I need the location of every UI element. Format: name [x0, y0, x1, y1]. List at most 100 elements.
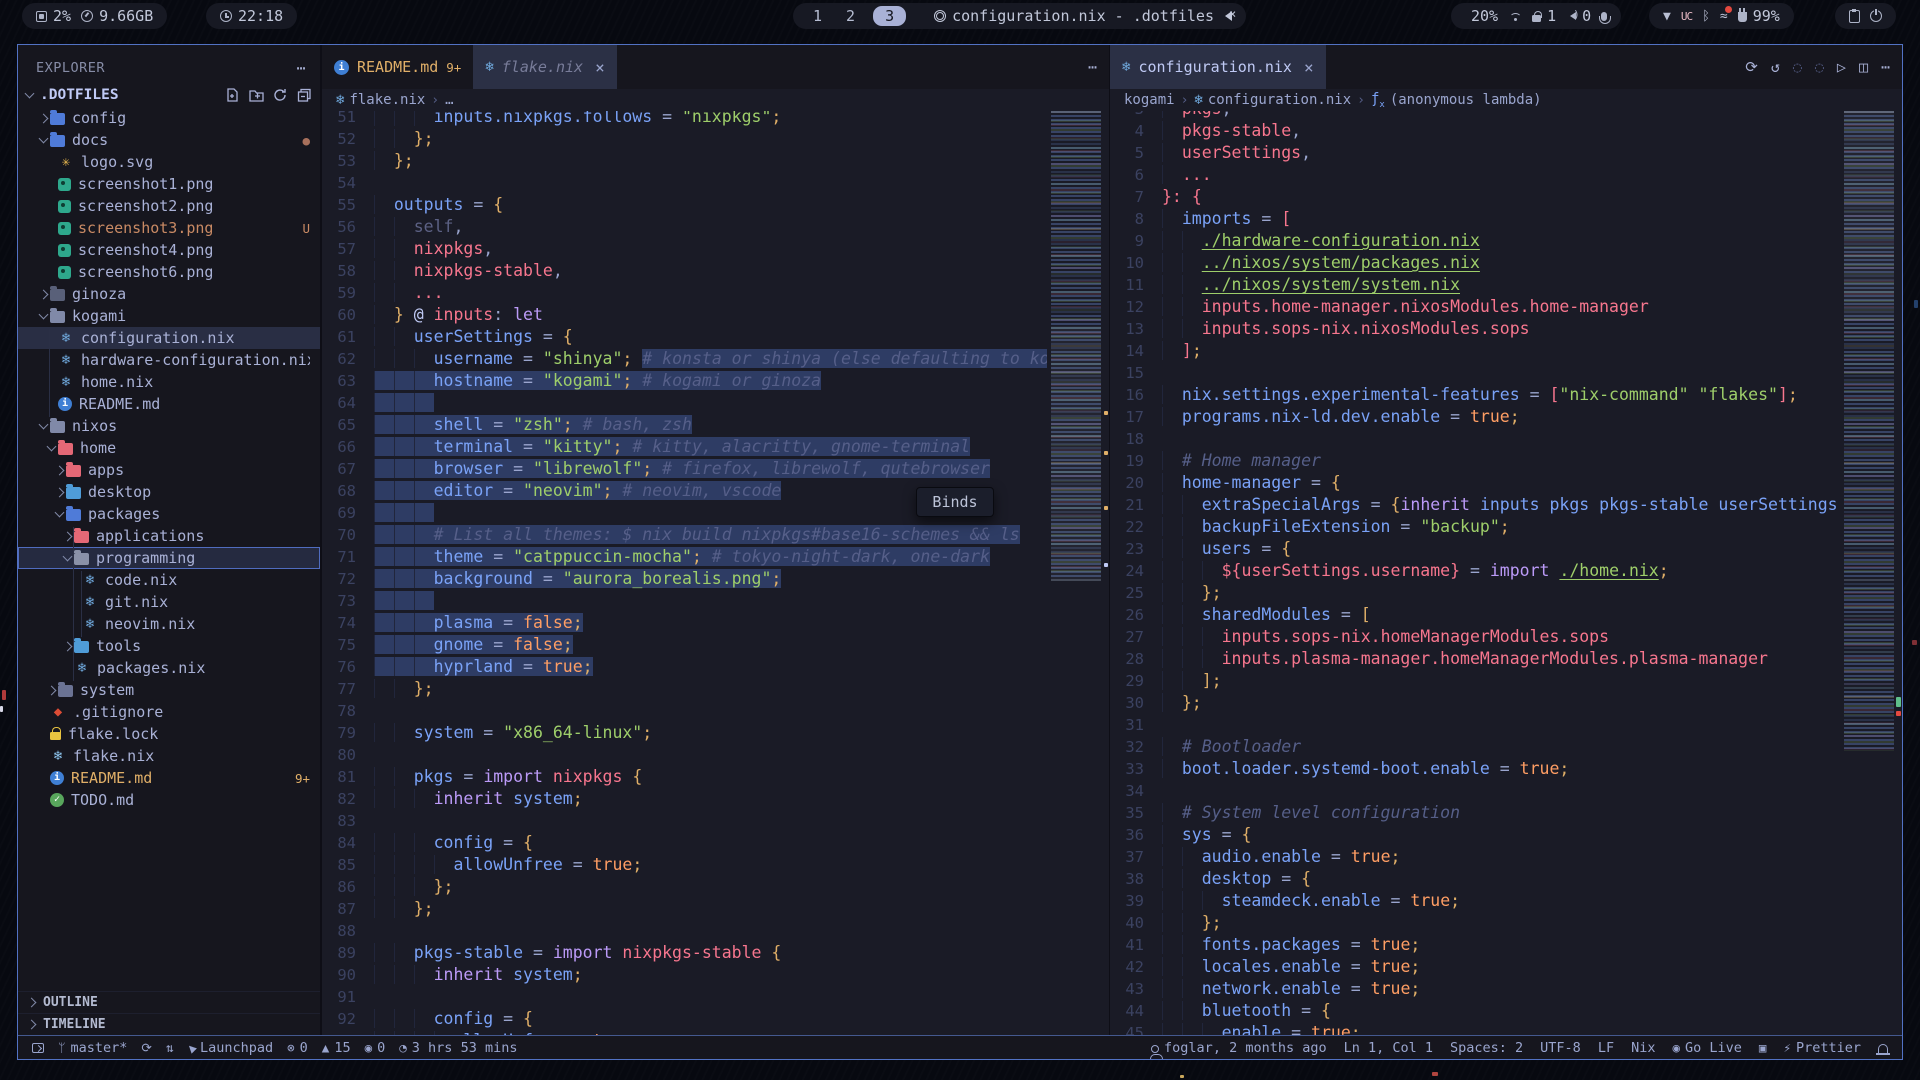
tree-file-todo.md[interactable]: ✓TODO.md: [18, 789, 320, 811]
breadcrumb-item[interactable]: ƒx(anonymous lambda): [1371, 91, 1542, 110]
nix-file-icon: ❄: [82, 594, 98, 610]
breadcrumb-item[interactable]: …: [445, 92, 453, 108]
speaker-mute-icon[interactable]: [1220, 11, 1232, 21]
outline-section[interactable]: OUTLINE: [18, 991, 320, 1013]
tree-file-screenshot4.png[interactable]: screenshot4.png: [18, 239, 320, 261]
status-tower[interactable]: ◉0: [365, 1040, 386, 1056]
chevron-down-icon: [47, 442, 57, 452]
more-actions-icon[interactable]: ⋯: [1088, 58, 1097, 76]
tree-folder-kogami[interactable]: kogami: [18, 305, 320, 327]
code-lines[interactable]: 51 inputs.nixpkgs.follows = "nixpkgs";52…: [322, 111, 1047, 1035]
tree-file-git.nix[interactable]: ❄git.nix: [18, 591, 320, 613]
breadcrumb-item[interactable]: ❄configuration.nix: [1194, 92, 1351, 108]
status-utf-8[interactable]: UTF-8: [1540, 1040, 1581, 1056]
topbar-module-gauge: 9.66GB: [81, 7, 153, 25]
tree-folder-packages[interactable]: packages: [18, 503, 320, 525]
timeline-section[interactable]: TIMELINE: [18, 1013, 320, 1035]
status-rocket[interactable]: ▲Launchpad: [187, 1040, 273, 1056]
tree-folder-applications[interactable]: applications: [18, 525, 320, 547]
tree-folder-system[interactable]: system: [18, 679, 320, 701]
status-warning[interactable]: ▲15: [322, 1040, 351, 1056]
tree-item-label: applications: [96, 527, 204, 545]
minimap[interactable]: [1844, 111, 1894, 751]
timeline-history-icon[interactable]: ⟳: [1745, 58, 1758, 76]
status-remote[interactable]: [32, 1043, 44, 1053]
code-line: 35 # System level configuration: [1110, 802, 1840, 824]
tree-folder-ginoza[interactable]: ginoza: [18, 283, 320, 305]
workspace-3[interactable]: 3: [873, 6, 906, 26]
run-file-icon[interactable]: ▷: [1837, 58, 1846, 76]
status-branch[interactable]: ᛘmaster*: [58, 1040, 127, 1056]
status-lf[interactable]: LF: [1598, 1040, 1614, 1056]
tree-file-flake.lock[interactable]: flake.lock: [18, 723, 320, 745]
status-watch[interactable]: ◔3 hrs 53 mins: [399, 1040, 517, 1056]
workspace-1[interactable]: 1: [807, 7, 828, 25]
tree-folder-tools[interactable]: tools: [18, 635, 320, 657]
tree-file-readme.md[interactable]: iREADME.md9+: [18, 767, 320, 789]
close-icon[interactable]: ×: [1304, 58, 1314, 77]
workspace-root-row[interactable]: .DOTFILES: [18, 83, 320, 107]
tree-file-.gitignore[interactable]: ◆.gitignore: [18, 701, 320, 723]
split-editor-icon[interactable]: ◫: [1859, 58, 1868, 76]
previous-change-icon[interactable]: ◌: [1793, 58, 1802, 76]
minimap-slider[interactable]: [1051, 326, 1101, 581]
apps-folder-icon: [66, 465, 81, 477]
tree-folder-config[interactable]: config: [18, 107, 320, 129]
more-actions-icon[interactable]: ⋯: [1881, 58, 1890, 76]
status-person[interactable]: foglar, 2 months ago: [1151, 1040, 1327, 1056]
status-spaces-2[interactable]: Spaces: 2: [1450, 1040, 1523, 1056]
tree-file-packages.nix[interactable]: ❄packages.nix: [18, 657, 320, 679]
tree-file-configuration.nix[interactable]: ❄configuration.nix: [18, 327, 320, 349]
tree-folder-home[interactable]: home: [18, 437, 320, 459]
tree-file-hardware-configuration.nix[interactable]: ❄hardware-configuration.nix: [18, 349, 320, 371]
explorer-more-actions-icon[interactable]: ⋯: [296, 59, 306, 77]
tree-folder-nixos[interactable]: nixos: [18, 415, 320, 437]
topbar-module-power[interactable]: [1870, 10, 1882, 22]
workspace-2[interactable]: 2: [840, 7, 861, 25]
refresh-icon[interactable]: [273, 88, 288, 103]
tree-file-flake.nix[interactable]: ❄flake.nix: [18, 745, 320, 767]
status-ln-1-col-1[interactable]: Ln 1, Col 1: [1344, 1040, 1433, 1056]
close-icon[interactable]: ×: [595, 58, 605, 77]
tree-folder-apps[interactable]: apps: [18, 459, 320, 481]
status-compare[interactable]: ⇅: [166, 1040, 174, 1055]
tab-readme-md[interactable]: iREADME.md9+: [322, 45, 473, 89]
status-broadcast[interactable]: ◉Go Live: [1672, 1040, 1741, 1056]
code-line: 27 inputs.sops-nix.homeManagerModules.so…: [1110, 626, 1840, 648]
minimap-slider[interactable]: [1844, 111, 1894, 321]
discard-changes-icon[interactable]: ↺: [1771, 58, 1780, 76]
tree-file-code.nix[interactable]: ❄code.nix: [18, 569, 320, 591]
minimap[interactable]: [1051, 111, 1101, 581]
tree-file-screenshot6.png[interactable]: screenshot6.png: [18, 261, 320, 283]
status-nix[interactable]: Nix: [1631, 1040, 1655, 1056]
tree-file-screenshot3.png[interactable]: screenshot3.pngU: [18, 217, 320, 239]
topbar-module-clipboard[interactable]: [1849, 10, 1860, 23]
code-text: inherit system;: [374, 788, 583, 810]
status-zap[interactable]: ⚡Prettier: [1783, 1040, 1861, 1056]
new-folder-icon[interactable]: [249, 88, 264, 103]
tree-folder-programming[interactable]: programming: [18, 547, 320, 569]
tree-file-logo.svg[interactable]: ✳logo.svg: [18, 151, 320, 173]
tree-file-home.nix[interactable]: ❄home.nix: [18, 371, 320, 393]
next-change-icon[interactable]: ◌: [1815, 58, 1824, 76]
code-lines[interactable]: 3 pkgs,4 pkgs-stable,5 userSettings,6 ..…: [1110, 111, 1840, 1035]
status-error[interactable]: ⊗0: [287, 1040, 308, 1056]
breadcrumb-item[interactable]: kogami: [1124, 92, 1175, 108]
tree-folder-desktop[interactable]: desktop: [18, 481, 320, 503]
tab-flake-nix[interactable]: ❄flake.nix×: [473, 45, 616, 89]
tree-file-readme.md[interactable]: iREADME.md: [18, 393, 320, 415]
collapse-all-icon[interactable]: [297, 88, 312, 103]
chevron-right-icon: [47, 685, 57, 695]
status-sync[interactable]: ⟳: [141, 1040, 151, 1055]
status-window[interactable]: ▣: [1759, 1040, 1767, 1055]
tab-configuration-nix[interactable]: ❄configuration.nix×: [1110, 45, 1326, 89]
tree-file-screenshot2.png[interactable]: screenshot2.png: [18, 195, 320, 217]
gauge-icon: [81, 10, 93, 22]
status-bell[interactable]: [1878, 1042, 1888, 1053]
tree-folder-docs[interactable]: docs●: [18, 129, 320, 151]
new-file-icon[interactable]: [225, 88, 240, 103]
breadcrumb-item[interactable]: ❄flake.nix: [336, 92, 425, 108]
tree-file-neovim.nix[interactable]: ❄neovim.nix: [18, 613, 320, 635]
code-text: imports = [: [1162, 208, 1291, 230]
tree-file-screenshot1.png[interactable]: screenshot1.png: [18, 173, 320, 195]
